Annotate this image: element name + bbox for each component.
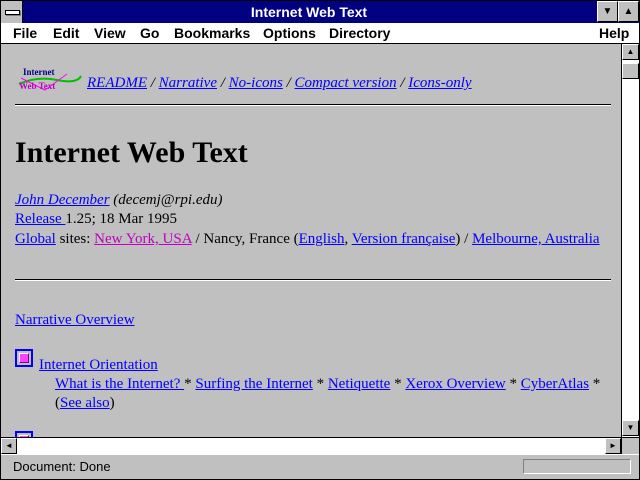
xerox-overview-link[interactable]: Xerox Overview [405,376,505,392]
vertical-scrollbar[interactable]: ▲ ▼ [621,44,639,437]
nancy-text: / Nancy, France ( [191,231,299,247]
english-link[interactable]: English [299,231,345,247]
cyberatlas-link[interactable]: CyberAtlas [521,376,589,392]
arrow-left-icon: ◄ [5,441,13,450]
menu-edit[interactable]: Edit [53,23,79,43]
close-paren-text: ) [109,395,115,411]
minimize-icon: ▼ [602,6,613,17]
narrative-overview-link[interactable]: Narrative Overview [15,312,135,328]
system-menu-button[interactable] [1,1,23,23]
narrative-link[interactable]: Narrative [159,75,217,91]
arrow-right-icon: ► [609,441,617,450]
maximize-button[interactable]: ▲ [618,1,639,22]
release-link[interactable]: Release [15,211,65,227]
author-link[interactable]: John December [15,192,110,208]
version-francaise-link[interactable]: Version française [352,231,456,247]
release-info: 1.25; 18 Mar 1995 [65,211,178,227]
orientation-sublinks: What is the Internet? * Surfing the Inte… [55,376,600,393]
status-bar: Document: Done [1,454,639,479]
star-separator: * [390,376,406,392]
global-link[interactable]: Global [15,231,56,247]
menu-help[interactable]: Help [599,23,629,43]
menu-bar: File Edit View Go Bookmarks Options Dire… [1,23,639,44]
author-line: John December (decemj@rpi.edu) [15,192,222,209]
see-also-link[interactable]: See also [60,395,110,411]
release-line: Release 1.25; 18 Mar 1995 [15,211,177,228]
author-email: (decemj@rpi.edu) [109,192,223,208]
no-icons-link[interactable]: No-icons [229,75,283,91]
system-menu-icon [5,10,20,15]
vertical-scroll-thumb[interactable] [622,63,639,79]
document-view: Internet Web Text README / Narrative / N… [1,44,621,437]
nav-separator: / [396,75,409,91]
divider [15,279,611,281]
horizontal-scrollbar[interactable]: ◄ ► [1,437,621,454]
surfing-internet-link[interactable]: Surfing the Internet [195,376,312,392]
menu-options[interactable]: Options [263,23,316,43]
menu-view[interactable]: View [94,23,126,43]
star-separator: * [505,376,521,392]
star-separator: * [589,376,601,392]
menu-directory[interactable]: Directory [329,23,390,43]
icons-only-link[interactable]: Icons-only [408,75,471,91]
netiquette-link[interactable]: Netiquette [328,376,390,392]
window-title: Internet Web Text [250,4,368,20]
logo-line2: Web Text [19,81,55,91]
comma-text: , [344,231,352,247]
orientation-line: Internet Orientation [39,357,158,374]
star-separator: * [312,376,328,392]
scroll-down-button[interactable]: ▼ [622,420,639,436]
maximize-icon: ▲ [623,6,634,17]
status-text: Document: Done [13,459,111,474]
page-title: Internet Web Text [15,136,248,169]
global-sites-line: Global sites: New York, USA / Nancy, Fra… [15,231,600,248]
divider [15,104,611,106]
progress-indicator [523,459,631,474]
arrow-down-icon: ▼ [626,423,635,432]
star-separator: * [184,376,196,392]
see-also-line: (See also) [55,395,115,412]
scrollbar-corner [621,437,639,454]
nav-separator: / [146,75,159,91]
nav-separator: / [282,75,295,91]
internet-orientation-link[interactable]: Internet Orientation [39,357,158,373]
nav-separator: / [217,75,229,91]
sites-text: sites: [55,231,95,247]
scroll-up-button[interactable]: ▲ [622,44,639,60]
internet-web-text-logo-icon[interactable]: Internet Web Text [17,66,83,94]
title-bar: Internet Web Text ▼ ▲ [1,1,639,23]
menu-go[interactable]: Go [140,23,159,43]
menu-file[interactable]: File [13,23,37,43]
melbourne-link[interactable]: Melbourne, Australia [472,231,599,247]
menu-bookmarks[interactable]: Bookmarks [174,23,250,43]
compact-version-link[interactable]: Compact version [295,75,397,91]
nav-links: README / Narrative / No-icons / Compact … [87,75,472,92]
orientation-section-icon[interactable] [15,349,33,367]
scroll-right-button[interactable]: ► [605,438,621,454]
browser-window: Internet Web Text ▼ ▲ File Edit View Go … [0,0,640,480]
minimize-button[interactable]: ▼ [597,1,618,22]
close-paren-text: ) / [455,231,473,247]
arrow-up-icon: ▲ [626,47,635,56]
scroll-left-button[interactable]: ◄ [1,438,17,454]
new-york-link[interactable]: New York, USA [94,231,192,247]
logo-line1: Internet [23,67,55,77]
readme-link[interactable]: README [87,75,147,91]
what-is-internet-link[interactable]: What is the Internet? [55,376,184,392]
narrative-overview-line: Narrative Overview [15,312,135,329]
